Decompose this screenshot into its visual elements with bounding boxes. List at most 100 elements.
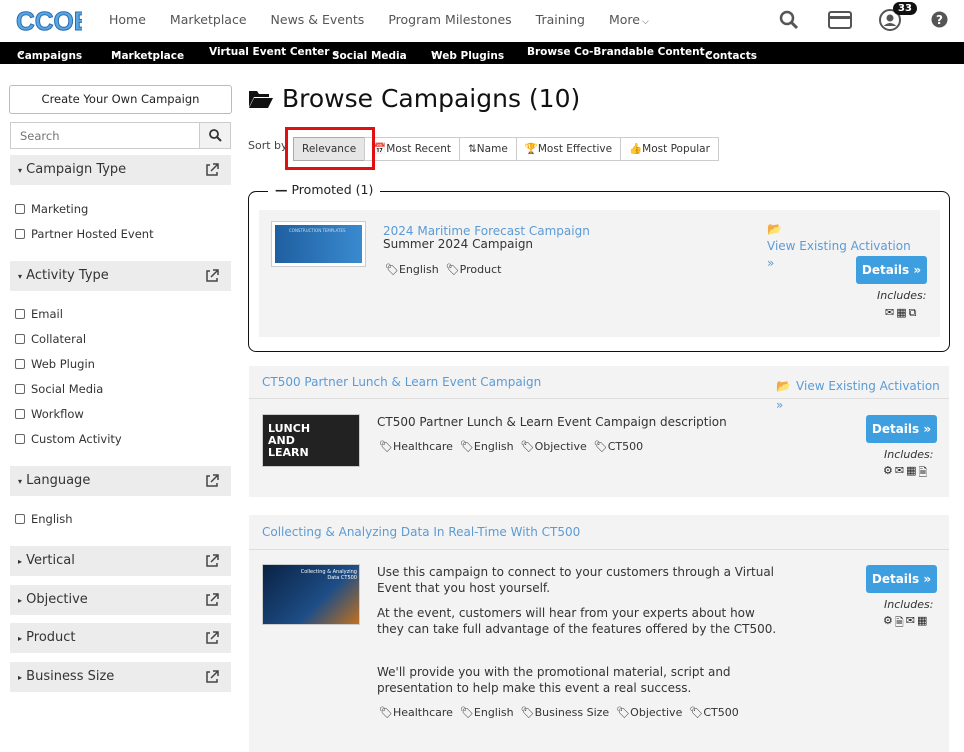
checkbox-partner-hosted-event[interactable]: Partner Hosted Event [15, 227, 154, 241]
external-link-icon[interactable] [205, 593, 219, 607]
campaign-description: CT500 Partner Lunch & Learn Event Campai… [377, 415, 727, 429]
external-link-icon[interactable] [205, 554, 219, 568]
campaign-thumbnail[interactable]: CONSTRUCTION TEMPLATES [271, 221, 366, 267]
checkbox-marketing[interactable]: Marketing [15, 202, 88, 216]
subnav-campaigns[interactable]: Campaigns ⌄ [17, 46, 82, 62]
checkbox-web-plugin[interactable]: Web Plugin [15, 357, 95, 371]
subnav-web-plugins[interactable]: Web Plugins ⌄ [431, 46, 504, 62]
details-button[interactable]: Details » [856, 256, 927, 284]
checkbox-box[interactable] [15, 384, 25, 394]
facet-language[interactable]: ▾ Language [10, 466, 231, 496]
envelope-icon: ✉ [905, 614, 915, 627]
facet-product-label: ▸ Product [18, 630, 76, 645]
tag-item[interactable]: 🏷 Objective [616, 706, 682, 719]
checkbox-box[interactable] [15, 359, 25, 369]
subnav-social-media[interactable]: Social Media ⌄ [332, 46, 407, 62]
checkbox-label: Partner Hosted Event [31, 227, 154, 241]
tag-item[interactable]: 🏷 Objective [521, 440, 587, 453]
sort-name-button[interactable]: ⇅Name [458, 137, 517, 161]
nav-training[interactable]: Training [536, 12, 585, 27]
facet-campaign-type[interactable]: ▾ Campaign Type [10, 155, 231, 185]
checkbox-email[interactable]: Email [15, 307, 63, 321]
tag-label: CT500 [703, 706, 739, 719]
subnav-contacts[interactable]: Contacts ⌄ [705, 46, 757, 62]
facet-product[interactable]: ▸ Product [10, 623, 231, 653]
checkbox-label: Collateral [31, 332, 87, 346]
details-button[interactable]: Details » [866, 565, 937, 593]
sidebar-search [10, 122, 231, 149]
tag-item[interactable]: 🏷 Healthcare [379, 706, 453, 719]
create-campaign-button[interactable]: Create Your Own Campaign [9, 85, 232, 114]
external-link-icon[interactable] [205, 631, 219, 645]
tag-item[interactable]: 🏷 Healthcare [379, 440, 453, 453]
nav-home[interactable]: Home [109, 12, 146, 27]
campaign-thumbnail[interactable]: Collecting & Analyzing Data CT500 [262, 564, 360, 625]
folder-open-icon [249, 90, 273, 108]
facet-campaign-type-text: Campaign Type [26, 162, 127, 177]
checkbox-collateral[interactable]: Collateral [15, 332, 86, 346]
external-link-icon[interactable] [205, 474, 219, 488]
view-activation-link[interactable]: 📂 View Existing Activation » [776, 375, 949, 413]
tag-label: English [473, 440, 514, 453]
checkbox-box[interactable] [15, 229, 25, 239]
facet-activity-type[interactable]: ▾ Activity Type [10, 261, 231, 291]
credit-card-icon[interactable] [828, 11, 852, 29]
campaign-tags: 🏷 Healthcare 🏷 English 🏷 Business Size 🏷 Obj… [379, 706, 739, 719]
search-input[interactable] [11, 123, 199, 148]
checkbox-box[interactable] [15, 514, 25, 524]
checkbox-label: Marketing [31, 202, 89, 216]
tag-label: Healthcare [392, 440, 453, 453]
checkbox-workflow[interactable]: Workflow [15, 407, 84, 421]
tag-label: Objective [534, 440, 587, 453]
nav-program-milestones[interactable]: Program Milestones [388, 12, 511, 27]
double-chevron-icon: » [767, 256, 775, 270]
subnav-virtual-event-center[interactable]: Virtual Event Center [209, 46, 329, 58]
external-link-icon[interactable] [205, 163, 219, 177]
checkbox-box[interactable] [15, 409, 25, 419]
facet-objective[interactable]: ▸ Objective [10, 585, 231, 615]
checkbox-english[interactable]: English [15, 512, 73, 526]
nav-more[interactable]: More ⌵ [609, 12, 649, 27]
tag-item[interactable]: 🏷 English [460, 440, 514, 453]
tag-item[interactable]: 🏷 CT500 [689, 706, 738, 719]
checkbox-box[interactable] [15, 334, 25, 344]
sort-most-effective-button[interactable]: 🏆Most Effective [515, 137, 622, 161]
highlight-box [285, 127, 375, 170]
subnav-browse-co-brandable[interactable]: Browse Co-Brandable Content [527, 46, 705, 58]
checkbox-box[interactable] [15, 204, 25, 214]
view-activation-label: View Existing Activation [796, 379, 940, 393]
sort-most-recent-button[interactable]: 📅Most Recent [364, 137, 460, 161]
view-activation-label: View Existing Activation [767, 239, 911, 253]
checkbox-box[interactable] [15, 434, 25, 444]
help-icon[interactable]: ? [931, 11, 948, 28]
facet-vertical[interactable]: ▸ Vertical [10, 546, 231, 576]
sort-most-popular-button[interactable]: 👍Most Popular [620, 137, 719, 161]
folder-open-icon: 📂 [776, 379, 791, 393]
subnav-marketplace[interactable]: Marketplace ⌄ [111, 46, 184, 62]
campaign-thumbnail[interactable]: LUNCH AND LEARN [262, 414, 360, 467]
file-icon: 🗎 [918, 466, 928, 479]
ccoe-logo[interactable]: CCOE [16, 5, 82, 36]
tag-item[interactable]: 🏷 Product [446, 263, 502, 276]
external-link-icon[interactable] [205, 670, 219, 684]
checkbox-box[interactable] [15, 309, 25, 319]
campaign-title[interactable]: CT500 Partner Lunch & Learn Event Campai… [262, 375, 541, 389]
search-icon[interactable] [779, 10, 799, 30]
nav-news-events[interactable]: News & Events [271, 12, 365, 27]
thumbnail-image: CONSTRUCTION TEMPLATES [275, 225, 362, 263]
nav-marketplace[interactable]: Marketplace [170, 12, 247, 27]
tag-icon: 🏷 [689, 706, 704, 719]
tag-item[interactable]: 🏷 English [460, 706, 514, 719]
tag-icon: 🏷 [616, 706, 631, 719]
checkbox-social-media[interactable]: Social Media [15, 382, 103, 396]
search-button[interactable] [199, 123, 230, 148]
tag-item[interactable]: 🏷 CT500 [594, 440, 643, 453]
campaign-title[interactable]: Collecting & Analyzing Data In Real-Time… [262, 525, 580, 539]
external-link-icon[interactable] [205, 269, 219, 283]
facet-business-size[interactable]: ▸ Business Size [10, 662, 231, 692]
tag-item[interactable]: 🏷 English [385, 263, 439, 276]
tag-item[interactable]: 🏷 Business Size [521, 706, 610, 719]
promoted-legend[interactable]: — Promoted (1) [268, 182, 381, 197]
checkbox-custom-activity[interactable]: Custom Activity [15, 432, 122, 446]
details-button[interactable]: Details » [866, 415, 937, 443]
